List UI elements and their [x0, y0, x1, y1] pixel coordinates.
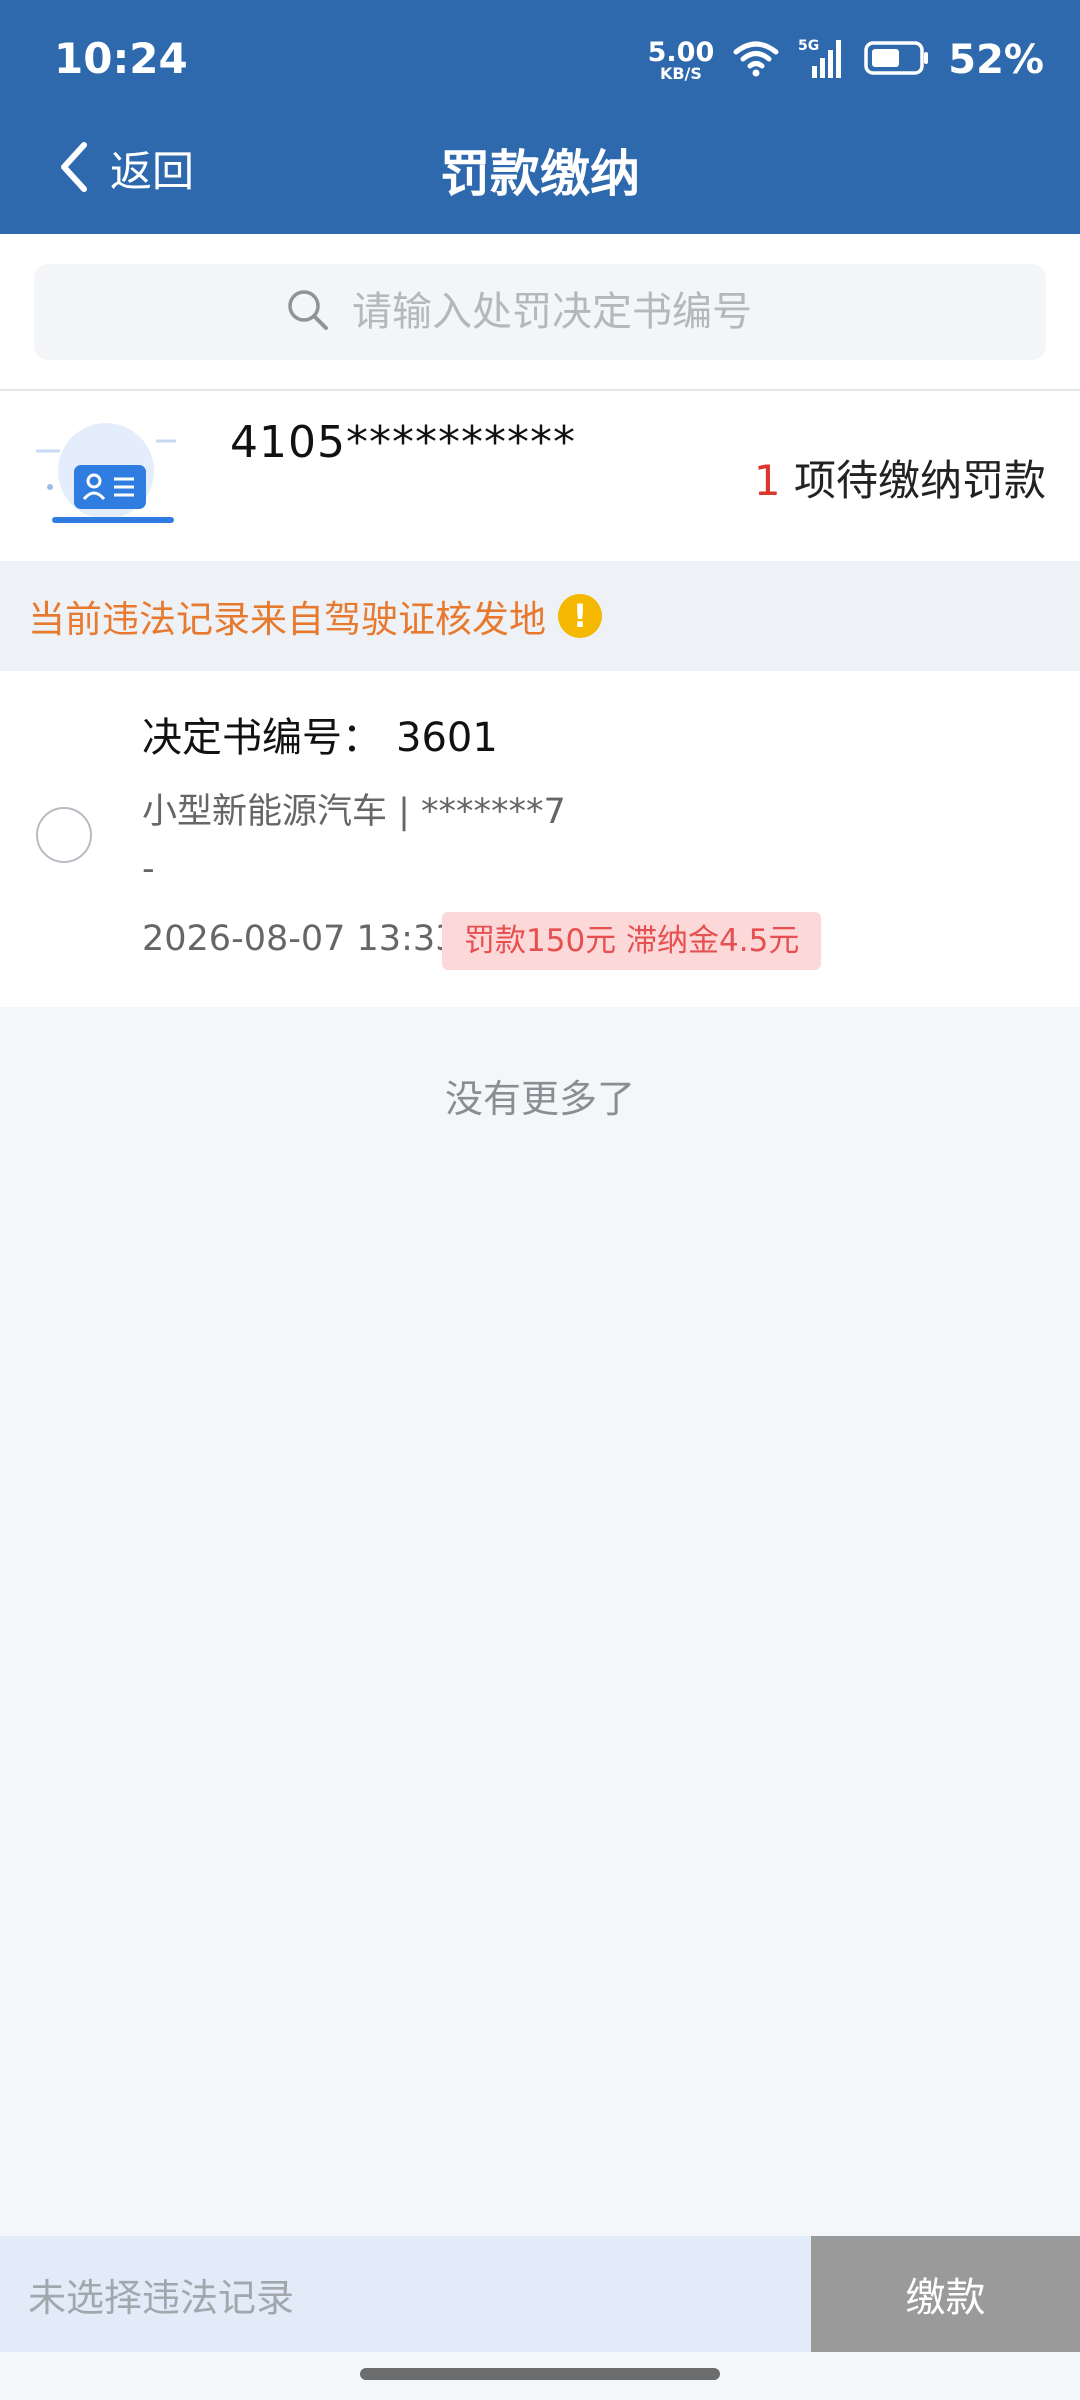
violation-datetime: 2026-08-07 13:33 [142, 919, 458, 959]
search-area [0, 234, 1080, 390]
net-speed: 5.00 KB/S [648, 39, 715, 82]
net-speed-value: 5.00 [647, 36, 715, 68]
signal-label: 5G [798, 38, 819, 54]
warning-icon[interactable]: ! [558, 594, 602, 638]
app-header: 10:24 5.00 KB/S 5G 52% 返回 罚款缴纳 [0, 0, 1080, 234]
status-icons: 5.00 KB/S 5G 52% [648, 36, 1044, 84]
bottom-bar: 未选择违法记录 缴款 [0, 2236, 1080, 2352]
vehicle-info: 小型新能源汽车 | *******7 [142, 792, 566, 832]
id-card-icon [30, 421, 182, 535]
home-indicator[interactable] [360, 2368, 720, 2380]
signal-icon: 5G [798, 36, 846, 84]
page-title: 罚款缴纳 [440, 145, 640, 203]
license-card: 4105********** 1 项待缴纳罚款 [0, 391, 1080, 561]
decision-label: 决定书编号： [142, 715, 382, 761]
record-select-radio[interactable] [36, 807, 92, 863]
search-input[interactable] [350, 288, 794, 336]
battery-icon [864, 40, 930, 80]
decision-number-row: 决定书编号： 3601 [142, 705, 498, 763]
license-number: 4105********** [230, 417, 576, 468]
violation-record[interactable]: 决定书编号： 3601 小型新能源汽车 | *******7 - 2026-08-… [0, 671, 1080, 1007]
battery-percent: 52% [948, 37, 1044, 83]
pending-count-label: 项待缴纳罚款 [793, 456, 1046, 505]
search-box[interactable] [34, 264, 1046, 360]
pending-count-number: 1 [753, 456, 781, 505]
decision-number: 3601 [396, 715, 498, 761]
pending-count: 1 项待缴纳罚款 [754, 447, 1046, 508]
violation-location: - [142, 849, 155, 889]
net-speed-unit: KB/S [659, 63, 702, 83]
fine-badge: 罚款150元 滞纳金4.5元 [442, 912, 822, 970]
pay-button[interactable]: 缴款 [811, 2236, 1080, 2352]
notice-text: 当前违法记录来自驾驶证核发地 [28, 598, 546, 641]
list-end-text: 没有更多了 [444, 1077, 635, 1121]
selection-status: 未选择违法记录 [0, 2236, 811, 2352]
source-notice: 当前违法记录来自驾驶证核发地 ! [0, 561, 1080, 671]
status-time: 10:24 [54, 34, 188, 83]
wifi-icon [732, 38, 780, 82]
search-icon [286, 288, 330, 336]
